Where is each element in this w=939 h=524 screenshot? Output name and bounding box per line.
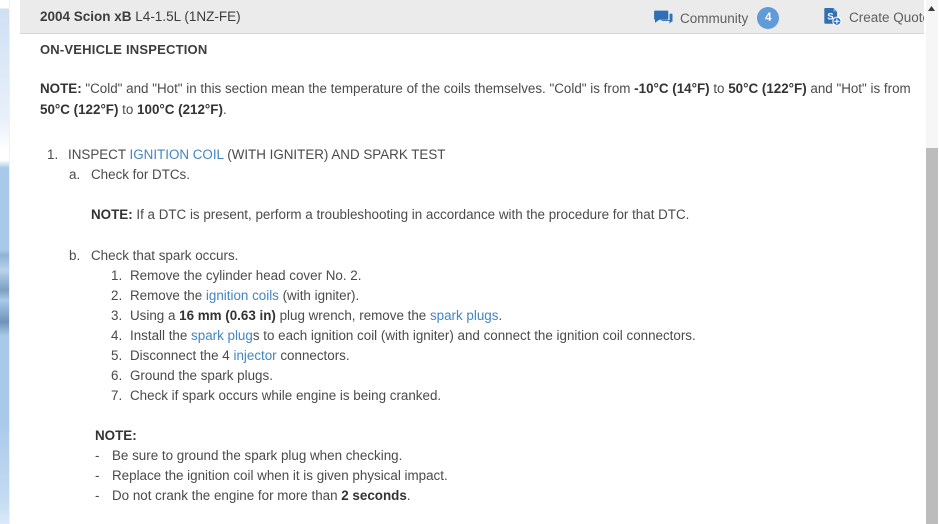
sidebar-top-gap bbox=[0, 0, 9, 8]
ignition-coil-link[interactable]: IGNITION COIL bbox=[130, 147, 224, 162]
substep-6-number: 6. bbox=[111, 368, 123, 383]
intro-note-part1: "Cold" and "Hot" in this section mean th… bbox=[81, 81, 635, 96]
bottom-note: NOTE: - Be sure to ground the spark plug … bbox=[68, 426, 922, 506]
community-button[interactable]: Community 4 bbox=[654, 7, 780, 29]
substep-7-pre: Check if spark occurs while engine is be… bbox=[130, 388, 442, 403]
injector-link[interactable]: injector bbox=[233, 348, 276, 363]
intro-note-part5: . bbox=[222, 102, 227, 117]
spark-plugs-link[interactable]: spark plugs bbox=[430, 308, 498, 323]
substep-7: 7. Check if spark occurs while engine is … bbox=[111, 386, 922, 406]
substep-6-pre: Ground the spark plugs. bbox=[130, 368, 273, 383]
section-heading: ON-VEHICLE INSPECTION bbox=[40, 42, 208, 57]
inner-note: NOTE: If a DTC is present, perform a tro… bbox=[68, 205, 922, 225]
intro-note-label: NOTE: bbox=[40, 81, 82, 96]
substep-2-post: (with igniter). bbox=[278, 288, 360, 303]
vehicle-engine: L4-1.5L (1NZ-FE) bbox=[131, 9, 241, 24]
substep-4-pre: Install the bbox=[130, 328, 192, 343]
bottom-note-item-3-marker: - bbox=[95, 488, 100, 503]
bottom-note-item-2: - Replace the ignition coil when it is gi… bbox=[95, 466, 922, 486]
substep-3-bold: 16 mm (0.63 in) bbox=[179, 308, 276, 323]
intro-note-part4: to bbox=[118, 102, 138, 117]
bottom-note-title: NOTE: bbox=[95, 428, 137, 443]
partial-sidebar-sliver[interactable] bbox=[0, 0, 10, 524]
intro-note-temp3: 50°C (122°F) bbox=[40, 102, 119, 117]
intro-note-temp1: -10°C (14°F) bbox=[634, 81, 710, 96]
document-dollar-plus-icon: S bbox=[823, 7, 842, 27]
step-a-text: Check for DTCs. bbox=[91, 167, 190, 182]
header-bar: 2004 Scion xB L4-1.5L (1NZ-FE) Community… bbox=[20, 0, 934, 34]
ignition-coils-link[interactable]: ignition coils bbox=[206, 288, 279, 303]
substep-2-pre: Remove the bbox=[130, 288, 206, 303]
substep-4: 4. Install the spark plugs to each igniti… bbox=[111, 326, 922, 346]
bottom-note-item-1: - Be sure to ground the spark plug when c… bbox=[95, 446, 922, 466]
step-1-text-after: (WITH IGNITER) AND SPARK TEST bbox=[223, 147, 446, 162]
procedure-list: 1. INSPECT IGNITION COIL (WITH IGNITER) A… bbox=[42, 145, 922, 506]
substep-list: 1. Remove the cylinder head cover No. 2. … bbox=[68, 266, 922, 406]
triangle-up-icon[interactable] bbox=[925, 2, 938, 15]
inner-note-text: If a DTC is present, perform a troublesh… bbox=[132, 207, 690, 222]
step-a-marker: a. bbox=[69, 167, 81, 182]
intro-note-paragraph: NOTE: "Cold" and "Hot" in this section m… bbox=[40, 78, 926, 120]
bottom-note-item-1-marker: - bbox=[95, 448, 100, 463]
bottom-note-item-2-text: Replace the ignition coil when it is giv… bbox=[112, 468, 448, 483]
substep-2-number: 2. bbox=[111, 288, 123, 303]
bottom-note-item-3: - Do not crank the engine for more than 2… bbox=[95, 486, 922, 506]
create-quote-label: Create Quote bbox=[849, 9, 931, 25]
substep-1-pre: Remove the cylinder head cover No. 2. bbox=[130, 268, 362, 283]
bottom-note-item-2-marker: - bbox=[95, 468, 100, 483]
chat-bubbles-icon bbox=[654, 10, 673, 26]
vehicle-year-model: 2004 Scion xB bbox=[40, 9, 132, 24]
substep-5-number: 5. bbox=[111, 348, 123, 363]
community-count-badge: 4 bbox=[757, 7, 780, 29]
bottom-note-item-1-text: Be sure to ground the spark plug when ch… bbox=[112, 448, 403, 463]
document-content: ON-VEHICLE INSPECTION NOTE: "Cold" and "… bbox=[20, 35, 934, 524]
intro-note-temp4: 100°C (212°F) bbox=[137, 102, 223, 117]
substep-3-mid: plug wrench, remove the bbox=[275, 308, 430, 323]
step-1-text-before: INSPECT bbox=[68, 147, 130, 162]
substep-5-post: connectors. bbox=[276, 348, 350, 363]
substep-5-pre: Disconnect the 4 bbox=[130, 348, 234, 363]
intro-note-part3: and "Hot" is from bbox=[806, 81, 911, 96]
substep-1: 1. Remove the cylinder head cover No. 2. bbox=[111, 266, 922, 286]
inner-note-label: NOTE: bbox=[91, 207, 133, 222]
community-label: Community bbox=[680, 10, 749, 26]
step-1-number: 1. bbox=[47, 147, 59, 162]
app-window: 2004 Scion xB L4-1.5L (1NZ-FE) Community… bbox=[10, 0, 939, 524]
vertical-scrollbar[interactable] bbox=[924, 0, 939, 524]
substep-3: 3. Using a 16 mm (0.63 in) plug wrench, r… bbox=[111, 306, 922, 326]
substep-3-number: 3. bbox=[111, 308, 123, 323]
bottom-note-item-3-bold: 2 seconds bbox=[341, 488, 407, 503]
substep-2: 2. Remove the ignition coils (with ignite… bbox=[111, 286, 922, 306]
vehicle-title: 2004 Scion xB L4-1.5L (1NZ-FE) bbox=[40, 9, 241, 24]
substep-3-pre: Using a bbox=[130, 308, 180, 323]
substep-4-number: 4. bbox=[111, 328, 123, 343]
bottom-note-item-3-post: . bbox=[406, 488, 411, 503]
intro-note-temp2: 50°C (122°F) bbox=[728, 81, 807, 96]
step-b-text: Check that spark occurs. bbox=[91, 248, 239, 263]
procedure-step-b: b. Check that spark occurs. bbox=[68, 246, 922, 266]
step-b-marker: b. bbox=[69, 248, 81, 263]
procedure-step-1: 1. INSPECT IGNITION COIL (WITH IGNITER) A… bbox=[42, 145, 922, 165]
spark-plug-link[interactable]: spark plug bbox=[191, 328, 253, 343]
vertical-scrollbar-thumb[interactable] bbox=[926, 148, 938, 524]
intro-note-part2: to bbox=[709, 81, 729, 96]
substep-4-post: s to each ignition coil (with igniter) a… bbox=[252, 328, 696, 343]
create-quote-button[interactable]: S Create Quote bbox=[823, 7, 930, 27]
procedure-step-a-wrap: a. Check for DTCs. NOTE: If a DTC is pres… bbox=[42, 165, 922, 506]
scrollbar-track-upper[interactable] bbox=[926, 0, 938, 148]
substep-6: 6. Ground the spark plugs. bbox=[111, 366, 922, 386]
substep-7-number: 7. bbox=[111, 388, 123, 403]
substep-5: 5. Disconnect the 4 injector connectors. bbox=[111, 346, 922, 366]
substep-3-post: . bbox=[498, 308, 503, 323]
procedure-step-a: a. Check for DTCs. bbox=[68, 165, 922, 185]
substep-1-number: 1. bbox=[111, 268, 123, 283]
bottom-note-item-3-pre: Do not crank the engine for more than bbox=[112, 488, 342, 503]
